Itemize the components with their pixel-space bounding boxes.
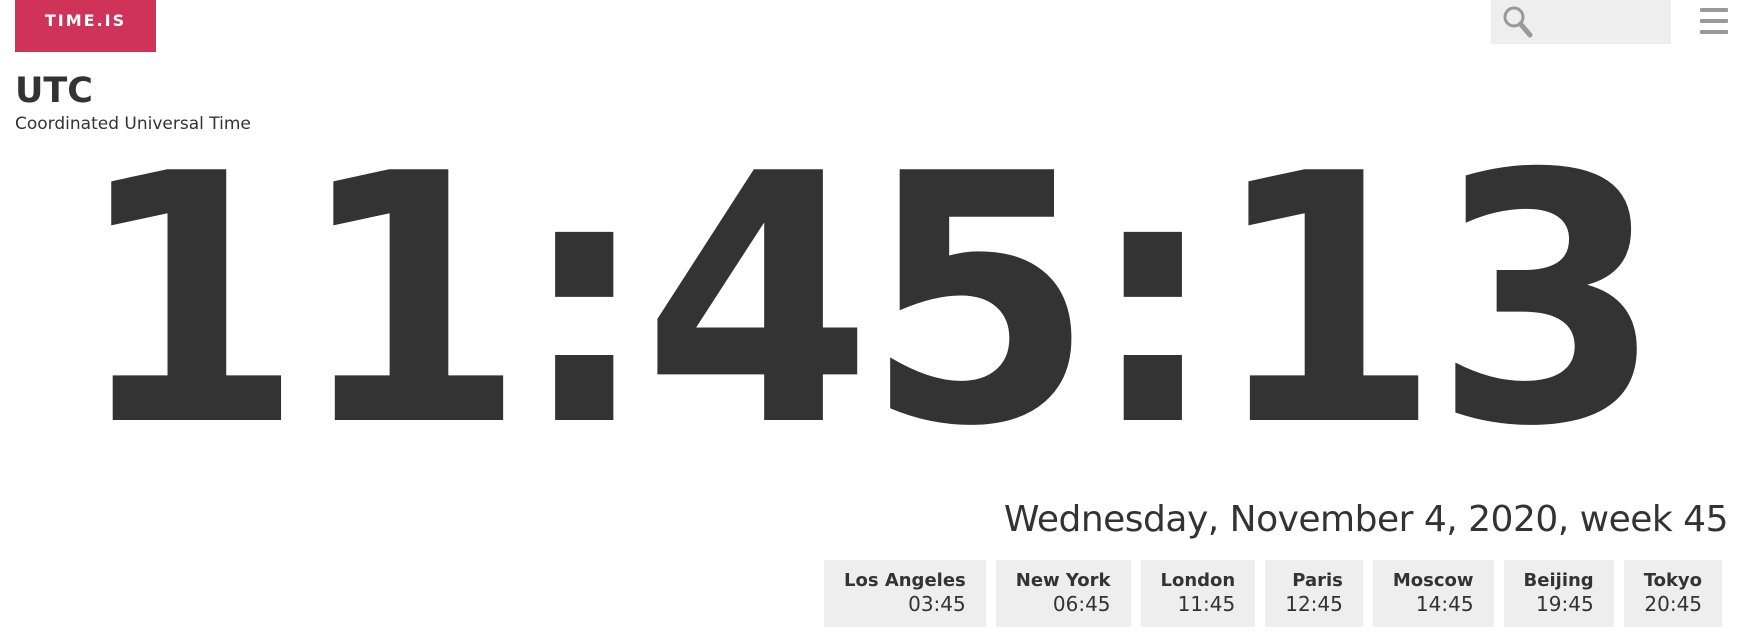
city-name: London <box>1160 570 1236 591</box>
city-time: 14:45 <box>1415 592 1474 616</box>
city-list: Los Angeles 03:45 New York 06:45 London … <box>824 560 1723 627</box>
city-name: Paris <box>1292 570 1343 591</box>
city-paris[interactable]: Paris 12:45 <box>1265 560 1363 627</box>
city-name: New York <box>1015 570 1111 591</box>
timezone-code: UTC <box>15 71 93 111</box>
logo-link[interactable]: TIME.IS <box>15 0 156 52</box>
city-name: Los Angeles <box>844 570 966 591</box>
city-name: Tokyo <box>1643 570 1703 591</box>
city-los-angeles[interactable]: Los Angeles 03:45 <box>824 560 986 627</box>
city-time: 19:45 <box>1536 592 1594 616</box>
timezone-name: Coordinated Universal Time <box>15 114 251 134</box>
city-moscow[interactable]: Moscow 14:45 <box>1372 560 1494 627</box>
city-time: 11:45 <box>1177 592 1236 616</box>
page: TIME.IS UTC Coordinated Universal Time 1… <box>0 0 1739 634</box>
city-time: 20:45 <box>1644 592 1703 616</box>
city-time: 12:45 <box>1285 592 1343 616</box>
date-line: Wednesday, November 4, 2020, week 45 <box>1003 499 1729 540</box>
city-name: Beijing <box>1523 570 1594 591</box>
search-icon <box>1503 6 1533 38</box>
city-name: Moscow <box>1392 570 1474 591</box>
city-london[interactable]: London 11:45 <box>1140 560 1256 627</box>
city-time: 03:45 <box>908 592 966 616</box>
city-time: 06:45 <box>1052 592 1111 616</box>
city-tokyo[interactable]: Tokyo 20:45 <box>1623 560 1723 627</box>
search-box[interactable] <box>1491 0 1671 46</box>
city-new-york[interactable]: New York 06:45 <box>995 560 1131 627</box>
hamburger-menu-icon[interactable] <box>1700 6 1728 36</box>
menu-bar <box>1700 30 1728 34</box>
search-input[interactable] <box>1535 0 1669 46</box>
menu-bar <box>1700 19 1728 23</box>
city-beijing[interactable]: Beijing 19:45 <box>1503 560 1614 627</box>
menu-bar <box>1700 8 1728 12</box>
clock-time: 11:45:13 <box>74 150 1663 455</box>
clock-container: 11:45:13 <box>0 150 1739 455</box>
